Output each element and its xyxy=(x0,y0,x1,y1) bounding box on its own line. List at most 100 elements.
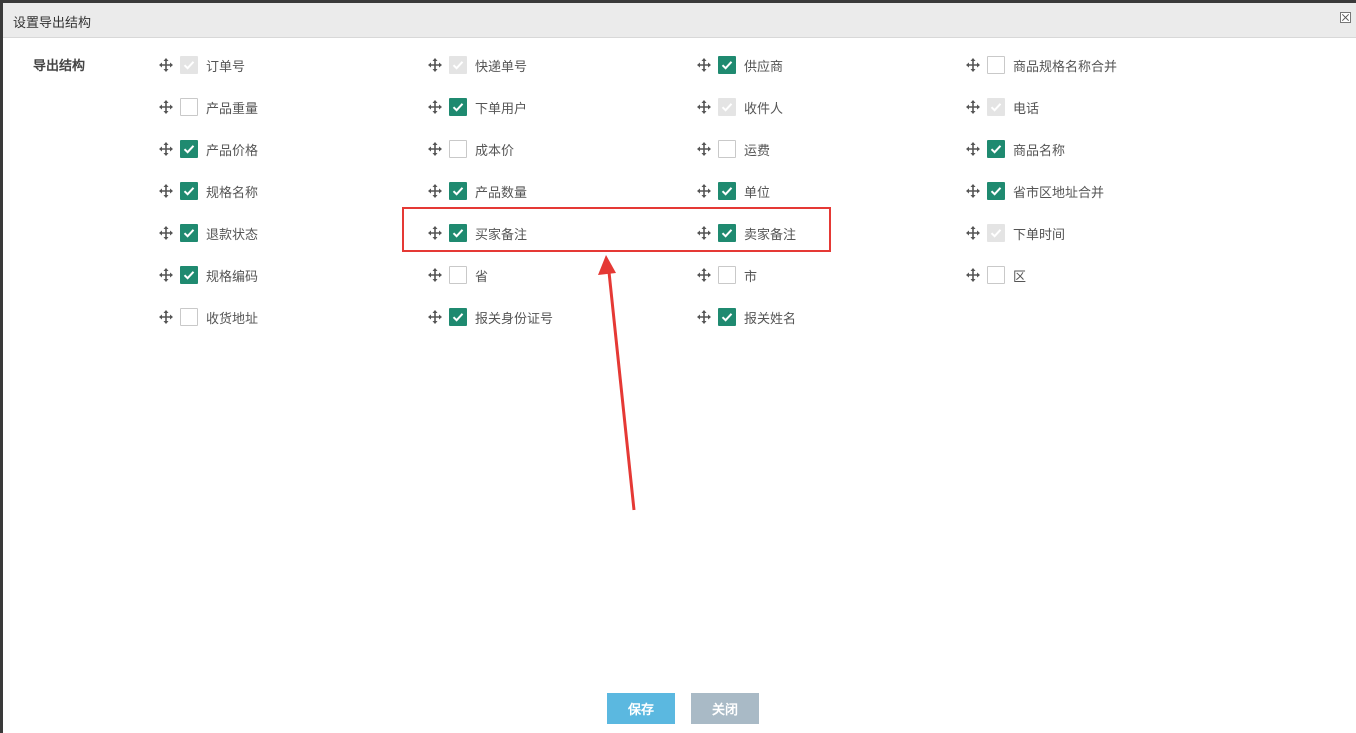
drag-move-icon[interactable] xyxy=(428,142,442,156)
drag-move-icon[interactable] xyxy=(428,100,442,114)
export-field-item[interactable]: 收货地址 xyxy=(159,307,258,327)
export-field-item[interactable]: 省市区地址合并 xyxy=(966,181,1104,201)
drag-move-icon[interactable] xyxy=(966,100,980,114)
field-checkbox xyxy=(449,56,467,74)
drag-move-icon[interactable] xyxy=(159,310,173,324)
field-label: 省市区地址合并 xyxy=(1013,185,1105,201)
field-label: 订单号 xyxy=(206,59,246,75)
field-checkbox[interactable] xyxy=(180,140,198,158)
field-checkbox[interactable] xyxy=(180,98,198,116)
save-button[interactable]: 保存 xyxy=(607,693,675,724)
export-field-item[interactable]: 市 xyxy=(697,265,757,285)
export-field-item[interactable]: 成本价 xyxy=(428,139,514,159)
field-checkbox[interactable] xyxy=(180,266,198,284)
export-field-item[interactable]: 规格名称 xyxy=(159,181,258,201)
drag-move-icon[interactable] xyxy=(966,184,980,198)
export-field-item[interactable]: 电话 xyxy=(966,97,1039,117)
close-button[interactable]: 关闭 xyxy=(691,693,759,724)
drag-move-icon[interactable] xyxy=(159,100,173,114)
export-field-item[interactable]: 产品数量 xyxy=(428,181,527,201)
drag-move-icon[interactable] xyxy=(697,100,711,114)
field-checkbox xyxy=(180,56,198,74)
field-label: 规格编码 xyxy=(206,269,259,285)
export-field-item[interactable]: 产品价格 xyxy=(159,139,258,159)
export-field-item[interactable]: 省 xyxy=(428,265,488,285)
field-label: 市 xyxy=(744,269,758,285)
drag-move-icon[interactable] xyxy=(428,268,442,282)
export-field-item[interactable]: 报关身份证号 xyxy=(428,307,553,327)
field-label: 产品价格 xyxy=(206,143,259,159)
export-field-item[interactable]: 单位 xyxy=(697,181,770,201)
drag-move-icon[interactable] xyxy=(697,268,711,282)
export-field-item[interactable]: 区 xyxy=(966,265,1026,285)
field-label: 收件人 xyxy=(744,101,784,117)
export-field-item[interactable]: 下单用户 xyxy=(428,97,527,117)
drag-move-icon[interactable] xyxy=(159,142,173,156)
field-label: 快递单号 xyxy=(475,59,528,75)
field-checkbox[interactable] xyxy=(449,182,467,200)
field-checkbox[interactable] xyxy=(987,182,1005,200)
export-field-item[interactable]: 下单时间 xyxy=(966,223,1065,243)
field-checkbox xyxy=(987,224,1005,242)
export-field-item[interactable]: 收件人 xyxy=(697,97,783,117)
export-field-item[interactable]: 供应商 xyxy=(697,55,783,75)
field-checkbox[interactable] xyxy=(449,266,467,284)
field-checkbox[interactable] xyxy=(718,56,736,74)
field-checkbox[interactable] xyxy=(987,56,1005,74)
field-label: 下单时间 xyxy=(1013,227,1066,243)
close-x-icon[interactable] xyxy=(1340,12,1351,23)
drag-move-icon[interactable] xyxy=(966,268,980,282)
field-checkbox xyxy=(718,98,736,116)
field-checkbox[interactable] xyxy=(987,140,1005,158)
export-field-item[interactable]: 运费 xyxy=(697,139,770,159)
drag-move-icon[interactable] xyxy=(697,142,711,156)
drag-move-icon[interactable] xyxy=(159,226,173,240)
export-field-item[interactable]: 商品规格名称合并 xyxy=(966,55,1117,75)
field-label: 下单用户 xyxy=(475,101,528,117)
drag-move-icon[interactable] xyxy=(966,226,980,240)
field-label: 收货地址 xyxy=(206,311,259,327)
field-checkbox[interactable] xyxy=(987,266,1005,284)
export-field-item[interactable]: 商品名称 xyxy=(966,139,1065,159)
field-label: 产品重量 xyxy=(206,101,259,117)
field-checkbox[interactable] xyxy=(180,182,198,200)
drag-move-icon[interactable] xyxy=(428,184,442,198)
field-label: 区 xyxy=(1013,269,1027,285)
drag-move-icon[interactable] xyxy=(428,310,442,324)
field-label: 运费 xyxy=(744,143,771,159)
field-checkbox[interactable] xyxy=(180,308,198,326)
field-checkbox[interactable] xyxy=(718,308,736,326)
field-checkbox[interactable] xyxy=(449,308,467,326)
dialog-title: 设置导出结构 xyxy=(13,16,92,31)
drag-move-icon[interactable] xyxy=(697,58,711,72)
export-field-item[interactable]: 退款状态 xyxy=(159,223,258,243)
drag-move-icon[interactable] xyxy=(159,58,173,72)
field-checkbox[interactable] xyxy=(718,140,736,158)
field-checkbox[interactable] xyxy=(449,140,467,158)
drag-move-icon[interactable] xyxy=(966,58,980,72)
export-field-item[interactable]: 报关姓名 xyxy=(697,307,796,327)
export-field-item[interactable]: 规格编码 xyxy=(159,265,258,285)
export-field-item[interactable]: 订单号 xyxy=(159,55,245,75)
drag-move-icon[interactable] xyxy=(966,142,980,156)
export-field-item[interactable]: 产品重量 xyxy=(159,97,258,117)
drag-move-icon[interactable] xyxy=(697,184,711,198)
field-checkbox[interactable] xyxy=(180,224,198,242)
drag-move-icon[interactable] xyxy=(428,58,442,72)
drag-move-icon[interactable] xyxy=(697,310,711,324)
export-field-item[interactable]: 快递单号 xyxy=(428,55,527,75)
drag-move-icon[interactable] xyxy=(159,184,173,198)
drag-move-icon[interactable] xyxy=(159,268,173,282)
field-label: 产品数量 xyxy=(475,185,528,201)
field-checkbox[interactable] xyxy=(718,182,736,200)
field-checkbox[interactable] xyxy=(718,266,736,284)
field-label: 商品规格名称合并 xyxy=(1013,59,1118,75)
annotation-highlight-box xyxy=(402,207,831,252)
field-label: 规格名称 xyxy=(206,185,259,201)
field-label: 单位 xyxy=(744,185,771,201)
field-checkbox[interactable] xyxy=(449,98,467,116)
field-label: 报关身份证号 xyxy=(475,311,554,327)
field-label: 商品名称 xyxy=(1013,143,1066,159)
field-label: 供应商 xyxy=(744,59,784,75)
field-label: 退款状态 xyxy=(206,227,259,243)
